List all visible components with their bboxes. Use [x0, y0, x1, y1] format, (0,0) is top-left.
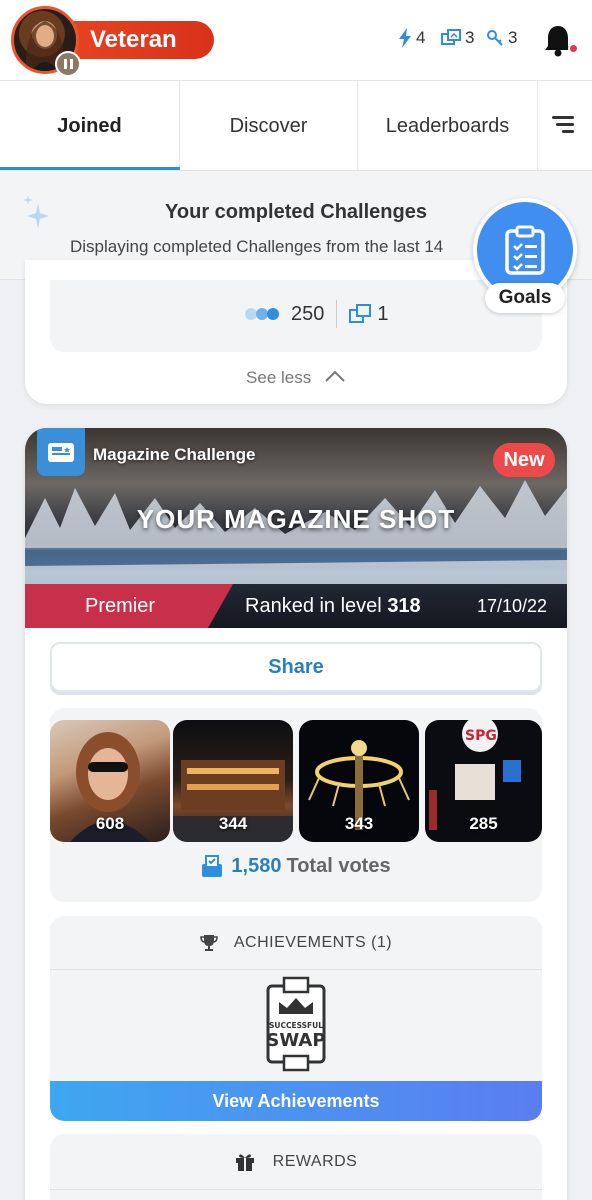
tab-bar: Joined Discover Leaderboards — [0, 80, 592, 171]
photo-votes: 343 — [344, 814, 374, 833]
ballot-box-icon — [202, 855, 223, 877]
swaps-count: 3 — [465, 28, 475, 47]
clipboard-icon — [505, 225, 545, 275]
votes-dots-icon — [245, 306, 287, 322]
share-button[interactable]: Share — [50, 642, 542, 692]
previous-swaps: 1 — [377, 302, 389, 325]
previous-votes: 250 — [291, 302, 325, 325]
energy-count: 4 — [416, 28, 426, 47]
key-icon — [487, 30, 503, 46]
chevron-up-icon — [325, 370, 345, 382]
total-votes-label: Total votes — [286, 854, 391, 877]
swap-icon — [441, 29, 461, 45]
rewards-header[interactable]: REWARDS — [50, 1134, 542, 1190]
photo-thumbnail[interactable]: 608 — [50, 720, 170, 842]
previous-stats-box: 250 1 — [50, 280, 542, 352]
badge-line-2: SWAP — [266, 1030, 325, 1051]
ranked-text: Ranked in level 318 — [245, 584, 421, 628]
photos-section: 608 344 343 SPG 285 1,580 Total votes — [50, 708, 542, 902]
new-badge: New — [493, 443, 555, 477]
successful-swap-badge[interactable]: SUCCESSFUL SWAP — [264, 976, 328, 1072]
photo-votes: 608 — [95, 814, 125, 833]
rewards-title: REWARDS — [272, 1152, 358, 1170]
pause-icon[interactable] — [55, 51, 81, 77]
photo-votes: 344 — [218, 814, 248, 833]
challenge-date: 17/10/22 — [477, 596, 548, 616]
filter-menu-icon[interactable] — [552, 114, 576, 136]
total-votes: 1,580 Total votes — [50, 854, 542, 878]
goals-button[interactable]: Goals — [470, 195, 580, 325]
photo-thumbnail[interactable]: SPG 285 — [425, 720, 542, 842]
achievements-title: ACHIEVEMENTS (1) — [233, 933, 393, 951]
keys-stat[interactable]: 3 — [486, 28, 517, 48]
energy-stat[interactable]: 4 — [398, 28, 425, 48]
total-votes-count: 1,580 — [231, 854, 282, 877]
tab-joined[interactable]: Joined — [0, 81, 180, 171]
challenge-title: YOUR MAGAZINE SHOT — [136, 504, 456, 534]
swap-icon — [349, 304, 372, 323]
top-bar: Veteran 4 3 3 — [0, 0, 592, 80]
gift-icon — [235, 1153, 254, 1171]
challenge-hero-image: Magazine Challenge New YOUR MAGAZINE SHO… — [25, 428, 567, 628]
previous-stats: 250 1 — [245, 300, 389, 328]
lightning-icon — [399, 28, 411, 48]
challenge-info-strip: Premier Ranked in level 318 17/10/22 — [25, 584, 567, 628]
achievements-section: ACHIEVEMENTS (1) SUCCESSFUL SWAP View Ac… — [50, 916, 542, 1121]
photo-votes: 285 — [469, 814, 498, 833]
level-name: Premier — [25, 584, 233, 628]
challenge-type: Magazine Challenge — [93, 445, 256, 464]
achievements-header: ACHIEVEMENTS (1) — [50, 916, 542, 970]
swaps-stat[interactable]: 3 — [441, 28, 474, 48]
ranked-prefix: Ranked in level — [245, 595, 382, 617]
notification-dot — [568, 43, 579, 54]
goals-label: Goals — [485, 283, 565, 313]
badge-line-1: SUCCESSFUL — [269, 1021, 323, 1030]
photo-thumbnail[interactable]: 344 — [173, 720, 293, 842]
divider — [336, 300, 338, 328]
see-less-label: See less — [246, 368, 312, 387]
keys-count: 3 — [508, 28, 518, 47]
view-achievements-button[interactable]: View Achievements — [50, 1081, 542, 1121]
rewards-section: REWARDS — [50, 1134, 542, 1200]
rank-badge[interactable]: Veteran — [66, 21, 214, 59]
photo-thumbnail[interactable]: 343 — [299, 720, 419, 842]
svg-text:SPG: SPG — [465, 728, 497, 744]
trophy-icon — [200, 934, 218, 951]
tab-discover[interactable]: Discover — [180, 81, 358, 171]
challenge-card[interactable]: Magazine Challenge New YOUR MAGAZINE SHO… — [25, 428, 567, 1200]
banner-subtitle: Displaying completed Challenges from the… — [70, 237, 444, 256]
see-less-button[interactable]: See less — [25, 368, 567, 388]
magazine-badge-icon — [37, 428, 85, 476]
tab-leaderboards[interactable]: Leaderboards — [358, 81, 538, 171]
ranked-level: 318 — [387, 595, 421, 617]
